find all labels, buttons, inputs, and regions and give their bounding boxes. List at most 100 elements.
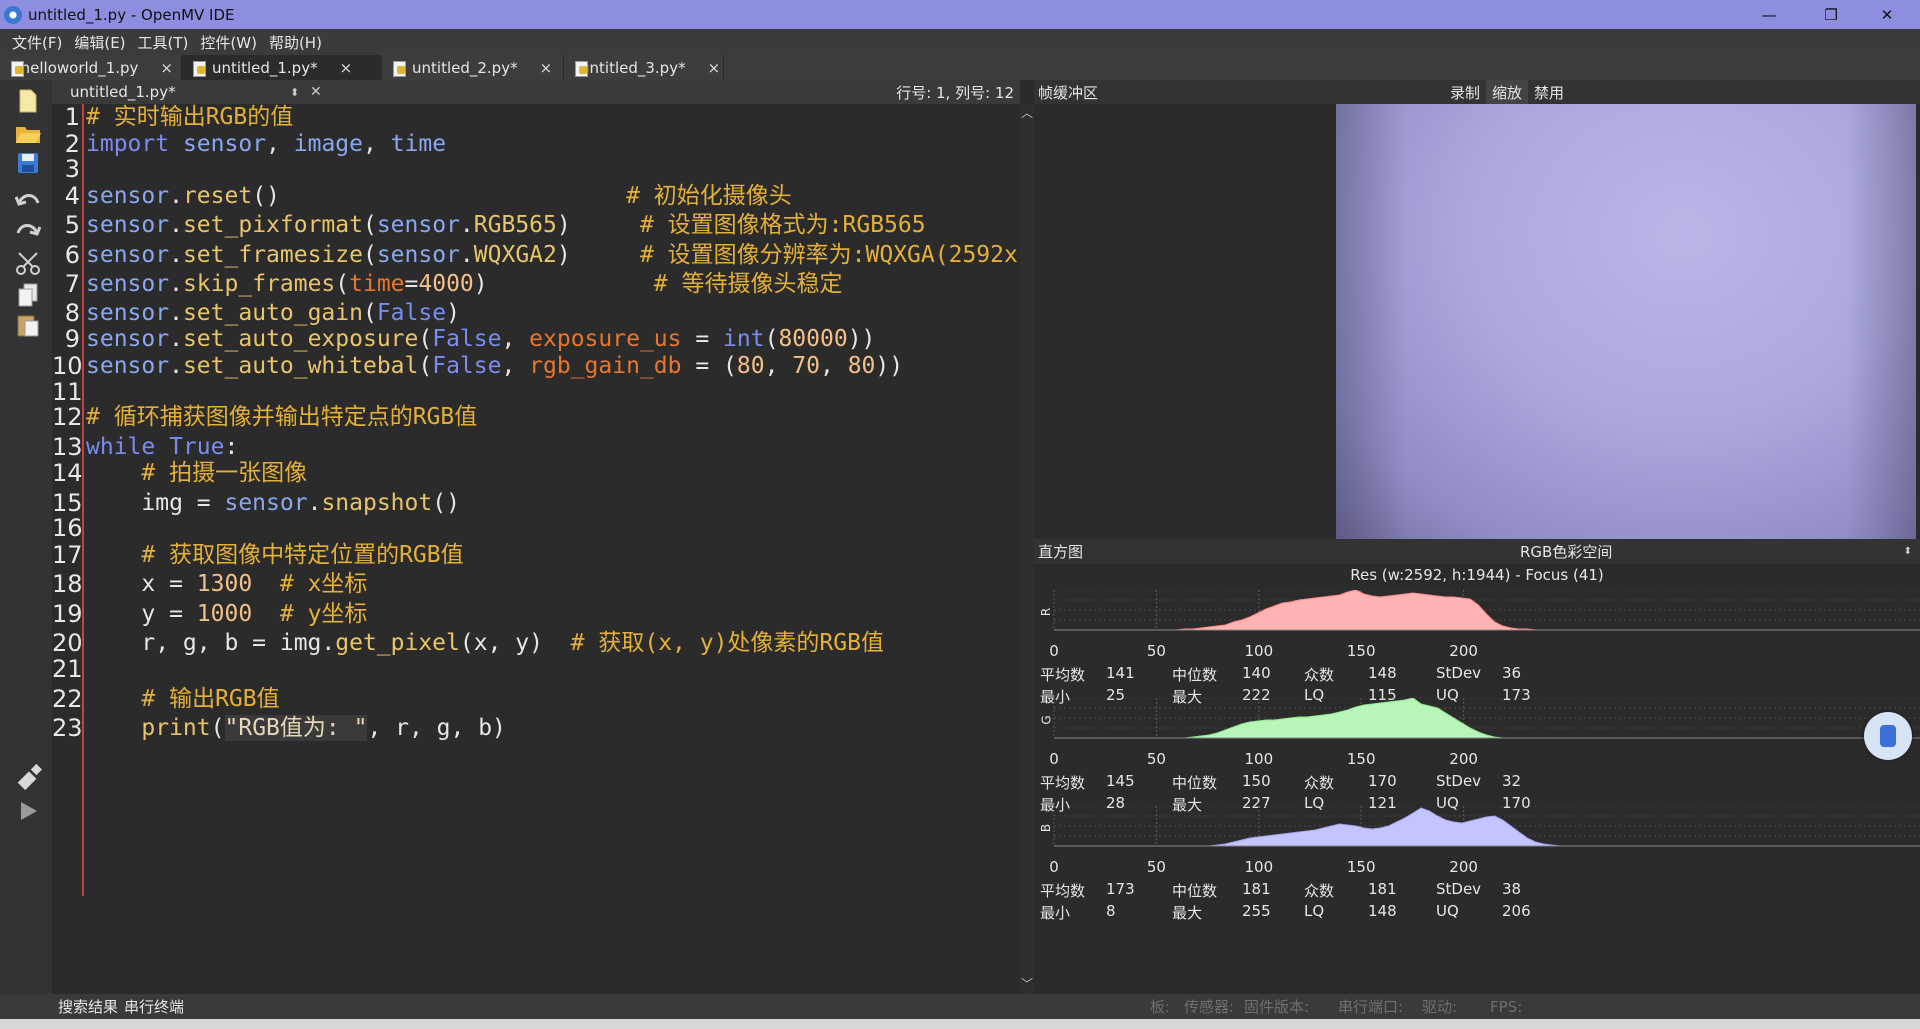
line-number: 12 <box>52 403 83 431</box>
line-text: sensor.set_framesize(sensor.WQXGA2) # 设置… <box>86 240 1020 270</box>
tab-close-icon[interactable]: × <box>340 59 353 77</box>
histogram-tick-label: 150 <box>1346 642 1376 660</box>
code-token: . <box>169 353 183 379</box>
code-token: . <box>169 242 183 268</box>
stat-value: 181 <box>1242 880 1271 898</box>
close-document-icon[interactable]: ✕ <box>310 84 322 100</box>
line-number: 23 <box>52 714 83 742</box>
menu-widgets[interactable]: 控件(W) <box>194 32 263 53</box>
line-number: 21 <box>52 655 83 683</box>
python-file-icon <box>10 60 24 77</box>
record-button[interactable]: 录制 <box>1444 80 1486 104</box>
code-line: 18 x = 1300 # x坐标 <box>52 569 1012 599</box>
line-number: 9 <box>64 325 80 353</box>
save-icon[interactable] <box>14 148 42 178</box>
cut-icon[interactable] <box>14 248 42 278</box>
stat-value: 141 <box>1106 664 1135 682</box>
open-folder-icon[interactable] <box>14 118 42 148</box>
zoom-button[interactable]: 缩放 <box>1486 80 1529 104</box>
code-token: False <box>432 326 502 352</box>
tab-helloworld-1[interactable]: helloworld_1.py × <box>0 55 182 80</box>
search-results-tab[interactable]: 搜索结果 <box>58 994 118 1019</box>
camera-frame-image <box>1336 104 1916 539</box>
code-token: sensor <box>86 212 170 238</box>
tab-untitled-2[interactable]: untitled_2.py* × <box>382 55 564 80</box>
code-token: # 等待摄像头稳定 <box>653 271 843 297</box>
title-bar: untitled_1.py - OpenMV IDE — ❐ ✕ <box>0 0 1920 29</box>
tab-close-icon[interactable]: × <box>540 59 553 77</box>
colorspace-select[interactable]: RGB色彩空间 ⬍ <box>1280 539 1916 564</box>
histogram-tick-label: 150 <box>1346 858 1376 876</box>
stat-value: 170 <box>1368 772 1397 790</box>
close-window-button[interactable]: ✕ <box>1864 0 1910 29</box>
code-line: 17 # 获取图像中特定位置的RGB值 <box>52 540 1012 570</box>
redo-icon[interactable] <box>14 216 42 246</box>
menu-edit[interactable]: 编辑(E) <box>68 32 131 53</box>
usb-floating-icon[interactable] <box>1864 712 1912 760</box>
stat-value: 38 <box>1502 880 1522 898</box>
code-token: # 拍摄一张图像 <box>141 460 308 486</box>
disable-button[interactable]: 禁用 <box>1528 80 1570 104</box>
code-token: , <box>501 353 530 379</box>
code-line: 3 <box>52 154 1012 184</box>
scroll-up-icon[interactable]: ︿ <box>1020 104 1034 121</box>
code-token: 80 <box>847 353 876 379</box>
code-editor[interactable]: 1 # 实时输出RGB的值 2 import sensor, image, time 3… <box>52 104 1020 994</box>
frame-buffer-view <box>1034 104 1920 539</box>
stat-value: 36 <box>1502 664 1522 682</box>
code-token: ( <box>210 715 225 741</box>
menu-tools[interactable]: 工具(T) <box>132 32 195 53</box>
histogram-label: 直方图 <box>1038 543 1084 561</box>
stat-value: 8 <box>1106 902 1116 920</box>
line-text: # 循环捕获图像并输出特定点的RGB值 <box>86 402 477 432</box>
line-number: 16 <box>52 514 83 542</box>
scroll-down-icon[interactable]: ﹀ <box>1020 975 1034 992</box>
tab-close-icon[interactable]: × <box>708 59 721 77</box>
histogram-area <box>1054 807 1568 847</box>
code-token: False <box>376 300 447 326</box>
restore-button[interactable]: ❐ <box>1808 0 1854 29</box>
line-number: 5 <box>64 211 80 239</box>
histogram-plot <box>1053 590 1920 631</box>
code-token: : <box>224 434 239 460</box>
current-file-selector[interactable]: untitled_1.py* <box>70 83 310 101</box>
file-selector-arrows-icon[interactable]: ⬍ <box>290 86 310 99</box>
editor-scrollbar[interactable]: ︿ ﹀ <box>1020 104 1034 994</box>
line-text: # 输出RGB值 <box>86 684 279 714</box>
tab-untitled-3[interactable]: untitled_3.py* × <box>564 55 724 80</box>
stat-value: 140 <box>1242 664 1271 682</box>
code-token: 80 <box>736 353 765 379</box>
new-file-icon[interactable] <box>14 86 42 116</box>
serial-terminal-tab[interactable]: 串行终端 <box>124 994 184 1019</box>
stat-label: LQ <box>1304 902 1325 920</box>
code-token: ) <box>446 300 460 326</box>
code-line: 21 <box>52 654 1012 684</box>
line-number: 14 <box>52 459 83 487</box>
run-icon[interactable] <box>14 796 42 826</box>
tab-close-icon[interactable]: × <box>160 59 173 77</box>
stat-label: StDev <box>1436 664 1482 682</box>
code-token: ( <box>362 242 377 268</box>
paste-icon[interactable] <box>14 310 42 340</box>
undo-icon[interactable] <box>14 186 42 216</box>
code-token: # 实时输出RGB的值 <box>86 104 294 130</box>
menu-help[interactable]: 帮助(H) <box>263 32 328 53</box>
code-token: set_framesize <box>182 242 363 268</box>
copy-icon[interactable] <box>14 280 42 310</box>
line-text: print("RGB值为: ", r, g, b) <box>86 713 506 743</box>
histogram-tick-label: 200 <box>1449 858 1478 876</box>
connect-icon[interactable] <box>14 762 42 792</box>
menu-file[interactable]: 文件(F) <box>6 32 68 53</box>
line-number: 1 <box>64 104 80 131</box>
code-token: # 初始化摄像头 <box>626 183 792 209</box>
stat-value: 206 <box>1502 902 1531 920</box>
code-line: 5 sensor.set_pixformat(sensor.RGB565) # 设… <box>52 210 1012 240</box>
stat-value: 148 <box>1368 902 1397 920</box>
tab-untitled-1[interactable]: untitled_1.py* × <box>182 55 382 80</box>
stat-value: 181 <box>1368 880 1397 898</box>
minimize-button[interactable]: — <box>1746 0 1792 29</box>
line-number: 17 <box>52 541 83 569</box>
